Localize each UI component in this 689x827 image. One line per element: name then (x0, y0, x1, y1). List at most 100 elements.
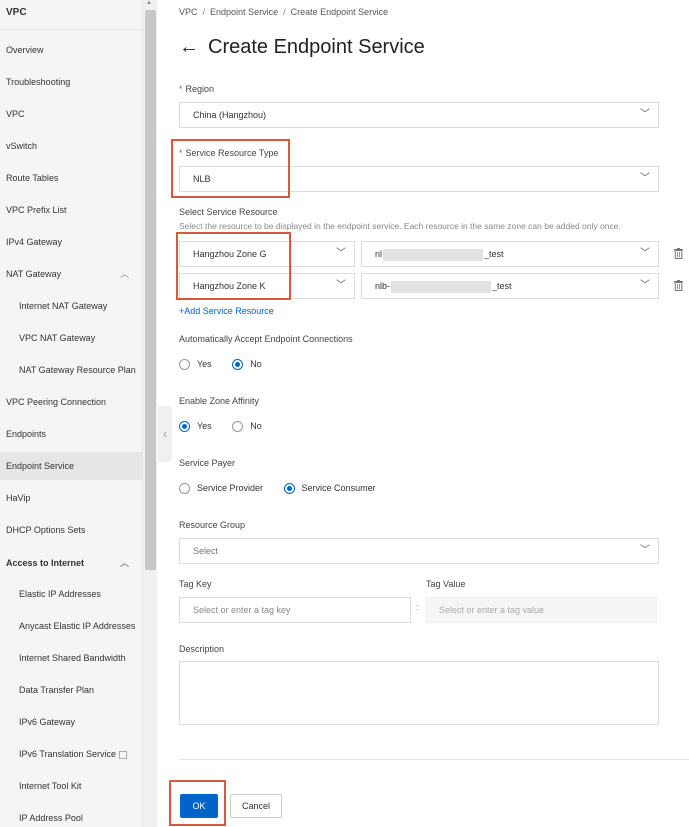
breadcrumb-vpc[interactable]: VPC (179, 7, 198, 17)
breadcrumb-endpoint-service[interactable]: Endpoint Service (210, 7, 278, 17)
tag-value-select[interactable]: Select or enter a tag value (425, 597, 657, 623)
auto-accept-radio-group: Yes No (179, 359, 280, 371)
service-resource-label: Select Service Resource (179, 207, 278, 217)
service-payer-label: Service Payer (179, 458, 236, 468)
sidebar-item-vpc-nat-gateway[interactable]: VPC NAT Gateway (0, 324, 143, 352)
zone-affinity-no[interactable]: No (232, 421, 262, 433)
tag-value-placeholder: Select or enter a tag value (439, 605, 545, 615)
radio-unchecked-icon (232, 421, 244, 433)
resource-select-1[interactable]: nl _test ﹀ (361, 241, 659, 267)
sidebar-item-internet-tool-kit[interactable]: Internet Tool Kit (0, 772, 143, 800)
resource-group-select[interactable]: Select ﹀ (179, 538, 659, 564)
sidebar-item-ipv4-gateway[interactable]: IPv4 Gateway (0, 228, 143, 256)
divider (179, 759, 689, 760)
sidebar-item-anycast-eip[interactable]: Anycast Elastic IP Addresses (0, 612, 143, 640)
auto-accept-no[interactable]: No (232, 359, 262, 371)
sidebar-group-access-to-internet[interactable]: Access to Internet ︿ (0, 549, 143, 577)
auto-accept-yes[interactable]: Yes (179, 359, 212, 371)
service-resource-hint: Select the resource to be displayed in t… (179, 221, 621, 231)
chevron-down-icon: ﹀ (336, 280, 346, 291)
resource-prefix: nlb- (375, 281, 391, 291)
tag-key-label: Tag Key (179, 579, 212, 589)
sidebar-item-vpc-peering[interactable]: VPC Peering Connection (0, 388, 143, 416)
redacted-text (391, 280, 492, 293)
sidebar-item-label: Access to Internet (6, 558, 85, 568)
chevron-down-icon: ﹀ (640, 545, 650, 556)
radio-checked-icon (283, 483, 295, 495)
tag-key-input[interactable]: Select or enter a tag key (179, 597, 411, 623)
sidebar-item-ip-address-pool[interactable]: IP Address Pool (0, 804, 143, 827)
sidebar-item-data-transfer-plan[interactable]: Data Transfer Plan (0, 676, 143, 704)
sidebar-item-vpc-prefix-list[interactable]: VPC Prefix List (0, 196, 143, 224)
sidebar-item-ipv6-translation[interactable]: IPv6 Translation Service (0, 740, 143, 768)
radio-checked-icon (179, 421, 190, 433)
resource-select-2[interactable]: nlb- _test ﹀ (361, 273, 659, 299)
sidebar-item-vswitch[interactable]: vSwitch (0, 132, 143, 160)
region-label: * Region (179, 84, 215, 94)
add-service-resource-link[interactable]: +Add Service Resource (179, 306, 274, 316)
highlight-box-resource-type (171, 139, 290, 198)
resource-prefix: nl (375, 249, 383, 259)
zone-affinity-yes[interactable]: Yes (179, 421, 212, 433)
sidebar: VPC Overview Troubleshooting VPC vSwitch… (0, 0, 143, 827)
cancel-button[interactable]: Cancel (230, 794, 282, 818)
description-textarea[interactable] (179, 661, 659, 725)
chevron-down-icon: ﹀ (640, 173, 650, 184)
sidebar-item-ipv6-gateway[interactable]: IPv6 Gateway (0, 708, 143, 736)
page-title: ← Create Endpoint Service (179, 36, 425, 59)
sidebar-item-elastic-ip[interactable]: Elastic IP Addresses (0, 580, 143, 608)
resource-group-placeholder: Select (193, 546, 219, 556)
main-content: VPC / Endpoint Service / Create Endpoint Ser… (169, 0, 689, 827)
chevron-down-icon: ﹀ (336, 248, 346, 259)
highlight-box-ok (169, 780, 226, 826)
payer-service-consumer[interactable]: Service Consumer (283, 483, 376, 495)
zone-affinity-radio-group: Yes No (179, 421, 280, 433)
tag-value-label: Tag Value (426, 579, 466, 589)
radio-unchecked-icon (179, 483, 190, 495)
region-select[interactable]: China (Hangzhou) ﹀ (179, 102, 659, 128)
zone-affinity-label: Enable Zone Affinity (179, 396, 259, 406)
payer-service-provider[interactable]: Service Provider (179, 483, 263, 495)
resource-suffix: _test (484, 249, 504, 259)
sidebar-item-label: NAT Gateway (6, 269, 62, 279)
radio-checked-icon (232, 359, 244, 371)
radio-unchecked-icon (179, 359, 190, 371)
sidebar-item-havip[interactable]: HaVip (0, 484, 143, 512)
region-value: China (Hangzhou) (193, 110, 267, 120)
sidebar-item-endpoint-service[interactable]: Endpoint Service (0, 452, 143, 480)
sidebar-item-overview[interactable]: Overview (0, 36, 143, 64)
chevron-up-icon[interactable]: ︿ (120, 549, 129, 577)
trash-icon[interactable] (674, 280, 683, 291)
chevron-down-icon: ﹀ (640, 280, 650, 291)
sidebar-item-vpc[interactable]: VPC (0, 100, 143, 128)
sidebar-item-dhcp-options[interactable]: DHCP Options Sets (0, 516, 143, 544)
breadcrumb-current: Create Endpoint Service (290, 7, 389, 17)
sidebar-item-route-tables[interactable]: Route Tables (0, 164, 143, 192)
chevron-up-icon[interactable]: ︿ (120, 260, 129, 288)
chevron-down-icon: ﹀ (640, 109, 650, 120)
back-arrow-icon[interactable]: ← (179, 36, 199, 59)
breadcrumb: VPC / Endpoint Service / Create Endpoint Ser… (179, 7, 389, 17)
collapse-sidebar-handle[interactable]: ‹ (158, 406, 172, 462)
tag-key-placeholder: Select or enter a tag key (193, 605, 291, 615)
sidebar-item-internet-nat-gateway[interactable]: Internet NAT Gateway (0, 292, 143, 320)
resource-suffix: _test (492, 281, 512, 291)
auto-accept-label: Automatically Accept Endpoint Connection… (179, 334, 353, 344)
sidebar-item-endpoints[interactable]: Endpoints (0, 420, 143, 448)
highlight-box-zones (176, 232, 291, 300)
sidebar-scrollbar-thumb[interactable] (145, 10, 156, 570)
sidebar-item-nat-resource-plan[interactable]: NAT Gateway Resource Plan (0, 356, 143, 384)
resource-group-label: Resource Group (179, 520, 246, 530)
description-label: Description (179, 644, 225, 654)
service-payer-radio-group: Service Provider Service Consumer (179, 483, 394, 495)
sidebar-item-nat-gateway[interactable]: NAT Gateway ︿ (0, 260, 143, 288)
sidebar-item-shared-bandwidth[interactable]: Internet Shared Bandwidth (0, 644, 143, 672)
trash-icon[interactable] (674, 248, 683, 259)
external-link-icon (119, 750, 128, 759)
tag-separator: : (416, 602, 419, 612)
chevron-down-icon: ﹀ (640, 248, 650, 259)
scroll-up-arrow-icon[interactable]: ▲ (146, 0, 152, 6)
sidebar-item-label: IPv6 Translation Service (19, 749, 117, 759)
sidebar-item-troubleshooting[interactable]: Troubleshooting (0, 68, 143, 96)
redacted-text (383, 248, 484, 261)
